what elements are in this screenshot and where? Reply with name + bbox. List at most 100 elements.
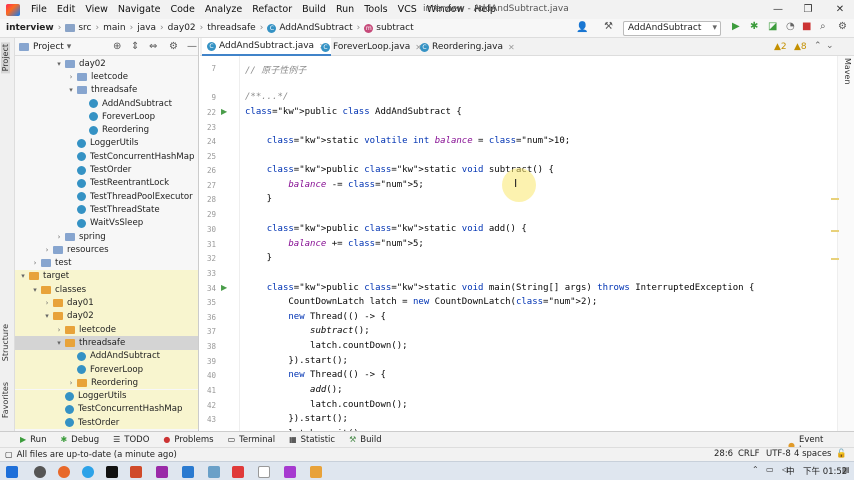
tab-addandsubtract[interactable]: C AddAndSubtract.java ✕	[202, 38, 331, 56]
chevron-down-icon[interactable]: ⌄	[826, 41, 834, 51]
chevron-right-icon[interactable]: ›	[67, 73, 75, 81]
build-tool-button[interactable]: ⚒ Build	[349, 435, 382, 445]
breadcrumb-main[interactable]: main	[103, 23, 126, 33]
chevron-down-icon[interactable]: ▾	[67, 42, 72, 52]
hide-icon[interactable]: —	[187, 41, 197, 52]
menu-vcs[interactable]: VCS	[393, 0, 422, 19]
code-line[interactable]: class="kw">public class="kw">static void…	[245, 224, 527, 234]
indent-setting[interactable]: 4 spaces	[794, 449, 831, 459]
maximize-icon[interactable]: ❐	[798, 0, 818, 19]
chevron-right-icon[interactable]: ›	[31, 259, 39, 267]
tree-item[interactable]: TestReentrantLock	[15, 177, 198, 190]
minimize-icon[interactable]: —	[768, 0, 788, 19]
tree-item[interactable]: LoggerUtils	[15, 137, 198, 150]
menu-file[interactable]: File	[26, 0, 52, 19]
tree-item[interactable]: › leetcode	[15, 70, 198, 83]
debug-icon[interactable]: ✱	[750, 21, 758, 32]
search-icon[interactable]	[34, 466, 46, 478]
app-icon[interactable]	[156, 466, 168, 478]
stop-icon[interactable]: ■	[802, 21, 811, 32]
tree-item[interactable]: › Reordering	[15, 376, 198, 390]
hammer-icon[interactable]: ⚒	[604, 21, 613, 32]
tree-item[interactable]: TestConcurrentHashMap	[15, 150, 198, 163]
edge-icon[interactable]	[82, 466, 94, 478]
code-line[interactable]: }	[245, 194, 272, 204]
menu-refactor[interactable]: Refactor	[247, 0, 297, 19]
lock-icon[interactable]: 🔓	[836, 449, 847, 459]
breadcrumb-day02[interactable]: day02	[168, 23, 196, 33]
debug-tool-button[interactable]: ✱ Debug	[60, 435, 99, 445]
collapse-icon[interactable]: ⇔	[149, 41, 157, 52]
tree-item[interactable]: ForeverLoop	[15, 362, 198, 377]
tab-reordering[interactable]: C Reordering.java ✕	[415, 38, 520, 56]
tree-item[interactable]: LoggerUtils	[15, 389, 198, 403]
tree-item[interactable]: AddAndSubtract	[15, 349, 198, 363]
breadcrumb-threadsafe[interactable]: threadsafe	[207, 23, 255, 33]
gutter-run-icon[interactable]: ▶	[221, 283, 227, 292]
close-icon[interactable]: ✕	[830, 0, 850, 19]
menu-tools[interactable]: Tools	[359, 0, 392, 19]
code-line[interactable]: new Thread(() -> {	[245, 370, 386, 380]
tree-item[interactable]: ▾ target	[15, 269, 198, 284]
tree-item[interactable]: ▾ day02	[15, 309, 198, 323]
code-line[interactable]: }).start();	[245, 414, 348, 424]
tree-item[interactable]: ▾ threadsafe	[15, 336, 198, 350]
breadcrumb-class[interactable]: C AddAndSubtract	[267, 23, 353, 33]
tree-item[interactable]: WaitVsSleep	[15, 217, 198, 230]
line-separator[interactable]: CRLF	[738, 449, 759, 459]
chevron-up-icon[interactable]: ⌃	[814, 41, 822, 51]
tray-chevron-up-icon[interactable]: ⌃	[752, 465, 759, 474]
warning-marker[interactable]	[831, 258, 839, 260]
code-line[interactable]: balance -= class="num">5;	[245, 180, 424, 190]
run-config-select[interactable]: AddAndSubtract ▾	[623, 21, 721, 36]
menu-navigate[interactable]: Navigate	[113, 0, 166, 19]
code-line[interactable]: add();	[245, 385, 343, 395]
firefox-icon[interactable]	[58, 466, 70, 478]
project-panel-title[interactable]: Project	[33, 42, 64, 52]
run-tool-button[interactable]: ▶ Run	[20, 435, 46, 445]
tab-structure-tool[interactable]: Structure	[1, 324, 10, 361]
code-line[interactable]: class="kw">public class="kw">static void…	[245, 283, 755, 293]
menu-edit[interactable]: Edit	[52, 0, 80, 19]
app-icon[interactable]	[310, 466, 322, 478]
intellij-icon[interactable]	[106, 466, 118, 478]
tree-item[interactable]: ▾ threadsafe	[15, 84, 198, 97]
tree-item[interactable]: › resources	[15, 243, 198, 256]
menu-build[interactable]: Build	[297, 0, 331, 19]
menu-code[interactable]: Code	[165, 0, 199, 19]
tree-item[interactable]: ▾ classes	[15, 283, 198, 297]
tab-project-tool[interactable]: Project	[1, 42, 10, 74]
close-tab-icon[interactable]: ✕	[508, 43, 515, 52]
windows-start-icon[interactable]	[6, 466, 18, 478]
status-message[interactable]: All files are up-to-date (a minute ago)	[17, 450, 177, 460]
coverage-icon[interactable]: ◪	[768, 21, 777, 32]
warning-marker[interactable]	[831, 230, 839, 232]
breadcrumb-method[interactable]: m subtract	[364, 23, 414, 33]
code-line[interactable]: class="kw">static volatile int balance =…	[245, 136, 571, 146]
tree-item[interactable]: ForeverLoop	[15, 110, 198, 123]
tree-item[interactable]: AddAndSubtract	[15, 97, 198, 110]
search-icon[interactable]: ⌕	[820, 21, 826, 32]
notification-icon[interactable]: ▤	[842, 465, 850, 474]
caret-position[interactable]: 28:6	[714, 449, 733, 459]
chevron-right-icon[interactable]: ›	[43, 299, 51, 307]
taskbar-clock[interactable]: 下午 01:52	[803, 465, 847, 477]
profile-icon[interactable]: ◔	[786, 21, 795, 32]
collapse-all-icon[interactable]: ⇕	[131, 41, 139, 52]
typora-icon[interactable]	[258, 466, 270, 478]
breadcrumb-src[interactable]: src	[65, 23, 91, 33]
breadcrumb-java[interactable]: java	[137, 23, 156, 33]
weak-warning-count[interactable]: ▲8	[794, 42, 807, 52]
warning-marker[interactable]	[831, 198, 839, 200]
network-icon[interactable]: ▭	[766, 465, 774, 474]
code-editor[interactable]: // 原子性例子 /**...*/ class="kw">public class …	[241, 56, 837, 431]
code-line[interactable]: latch.countDown();	[245, 400, 408, 410]
warning-count[interactable]: ▲2	[774, 42, 787, 52]
tree-item[interactable]: › spring	[15, 230, 198, 243]
status-info-icon[interactable]: ▢	[5, 450, 13, 459]
chevron-down-icon[interactable]: ▾	[67, 86, 75, 94]
app-icon[interactable]	[232, 466, 244, 478]
gutter-run-icon[interactable]: ▶	[221, 107, 227, 116]
code-line[interactable]: }	[245, 253, 272, 263]
terminal-tool-button[interactable]: ▭ Terminal	[228, 435, 275, 445]
